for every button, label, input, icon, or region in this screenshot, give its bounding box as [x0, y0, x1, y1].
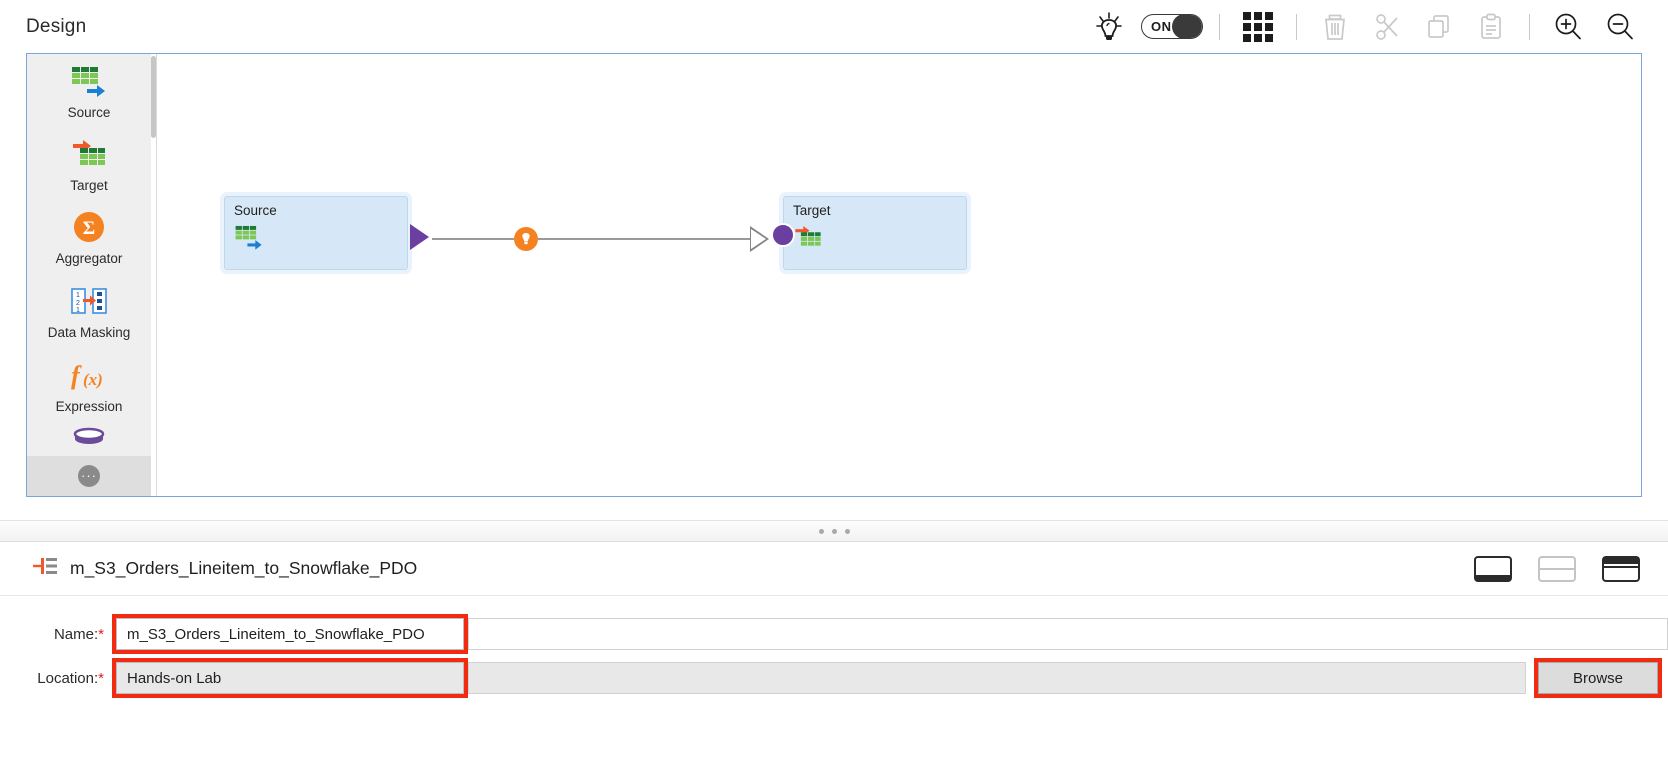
- name-label: Name:*: [0, 626, 112, 643]
- location-label-text: Location:: [37, 669, 99, 687]
- panel-splitter[interactable]: [0, 520, 1668, 542]
- panel-layout-split[interactable]: [1536, 552, 1578, 586]
- clipboard-paste-icon[interactable]: [1465, 0, 1517, 53]
- properties-title: m_S3_Orders_Lineitem_to_Snowflake_PDO: [70, 558, 418, 578]
- design-canvas-area: Source Target Σ Aggregator 1 2 1 Data Ma…: [26, 53, 1642, 497]
- form-row-name: Name:*: [0, 612, 1668, 656]
- location-field-highlight: [112, 658, 468, 698]
- palette-item-label: Source: [67, 105, 111, 120]
- panel-layout-buttons: [1472, 552, 1642, 586]
- copy-icon[interactable]: [1413, 0, 1465, 53]
- canvas-node-source[interactable]: Source: [220, 192, 429, 274]
- form-row-location: Location:* Browse: [0, 656, 1668, 700]
- canvas-node-target[interactable]: Target: [771, 192, 971, 274]
- source-output-port[interactable]: [410, 224, 429, 250]
- grid-glyph: [1243, 11, 1273, 42]
- top-toolbar: Design ON: [0, 0, 1668, 53]
- toolbar-divider: [1529, 13, 1530, 40]
- link-arrowhead-inner: [751, 229, 766, 249]
- browse-button[interactable]: Browse: [1538, 662, 1658, 694]
- ellipsis-icon: ···: [78, 465, 100, 487]
- trash-icon[interactable]: [1309, 0, 1361, 53]
- target-table-icon: [793, 224, 967, 255]
- zoom-out-icon[interactable]: [1594, 0, 1646, 53]
- toolbar-divider: [1296, 13, 1297, 40]
- svg-text:Σ: Σ: [83, 218, 95, 239]
- palette-item-source[interactable]: Source: [27, 54, 151, 126]
- palette-item-partial[interactable]: [27, 426, 151, 456]
- node-title: Source: [234, 203, 277, 218]
- mapping-icon: [32, 555, 58, 582]
- design-page: Design ON Source Target Σ Aggregator 1 2…: [0, 0, 1668, 764]
- palette-item-data-masking[interactable]: 1 2 1 Data Masking: [27, 273, 151, 347]
- properties-panel: m_S3_Orders_Lineitem_to_Snowflake_PDO Na…: [0, 542, 1668, 764]
- target-input-port[interactable]: [771, 223, 795, 247]
- svg-text:f: f: [71, 361, 82, 390]
- toolbar-actions: ON: [1083, 0, 1646, 53]
- grid-icon[interactable]: [1232, 0, 1284, 53]
- target-table-icon: [70, 137, 108, 171]
- toolbar-divider: [1219, 13, 1220, 40]
- link-segment-right[interactable]: [538, 238, 750, 240]
- function-fx-icon: f (x): [67, 358, 111, 392]
- transformation-palette: Source Target Σ Aggregator 1 2 1 Data Ma…: [27, 54, 151, 496]
- properties-form: Name:* Location:* Browse: [0, 596, 1668, 700]
- location-input[interactable]: [116, 662, 464, 694]
- svg-text:(x): (x): [83, 370, 103, 389]
- palette-item-target[interactable]: Target: [27, 126, 151, 199]
- toggle-label: ON: [1151, 19, 1172, 34]
- location-field-tail: [468, 662, 1526, 694]
- browse-button-highlight: Browse: [1534, 658, 1662, 698]
- name-input[interactable]: [116, 618, 464, 650]
- link-segment-left[interactable]: [432, 238, 514, 240]
- mapping-canvas[interactable]: Source Target: [157, 54, 1641, 496]
- palette-item-expression[interactable]: f (x) Expression: [27, 347, 151, 421]
- svg-text:1: 1: [76, 307, 80, 314]
- zoom-in-icon[interactable]: [1542, 0, 1594, 53]
- toggle-knob: [1172, 15, 1202, 38]
- name-field-tail: [468, 618, 1668, 650]
- lightbulb-badge-icon[interactable]: [514, 227, 538, 251]
- palette-item-label: Expression: [55, 399, 123, 414]
- location-label: Location:*: [0, 670, 112, 687]
- name-label-text: Name:: [53, 625, 99, 643]
- node-title: Target: [793, 203, 831, 218]
- source-table-icon: [234, 224, 408, 255]
- source-table-icon: [70, 64, 108, 98]
- scissors-icon[interactable]: [1361, 0, 1413, 53]
- panel-layout-bottom[interactable]: [1472, 552, 1514, 586]
- palette-item-aggregator[interactable]: Σ Aggregator: [27, 199, 151, 273]
- palette-more-button[interactable]: ···: [27, 456, 151, 496]
- design-mode-toggle[interactable]: ON: [1141, 14, 1203, 39]
- name-field-highlight: [112, 614, 468, 654]
- palette-item-label: Data Masking: [47, 325, 131, 340]
- splitter-handle-dots: [818, 528, 850, 534]
- palette-item-label: Target: [70, 177, 108, 193]
- panel-layout-full[interactable]: [1600, 552, 1642, 586]
- sigma-circle-icon: Σ: [72, 210, 106, 244]
- svg-text:2: 2: [76, 300, 80, 307]
- lightbulb-icon[interactable]: [1083, 0, 1135, 53]
- required-marker: *: [98, 625, 104, 643]
- data-masking-icon: 1 2 1: [69, 284, 109, 318]
- page-title: Design: [26, 15, 87, 37]
- palette-item-label: Aggregator: [55, 251, 123, 266]
- properties-header: m_S3_Orders_Lineitem_to_Snowflake_PDO: [0, 542, 1668, 596]
- required-marker: *: [98, 669, 104, 687]
- svg-text:1: 1: [76, 292, 80, 299]
